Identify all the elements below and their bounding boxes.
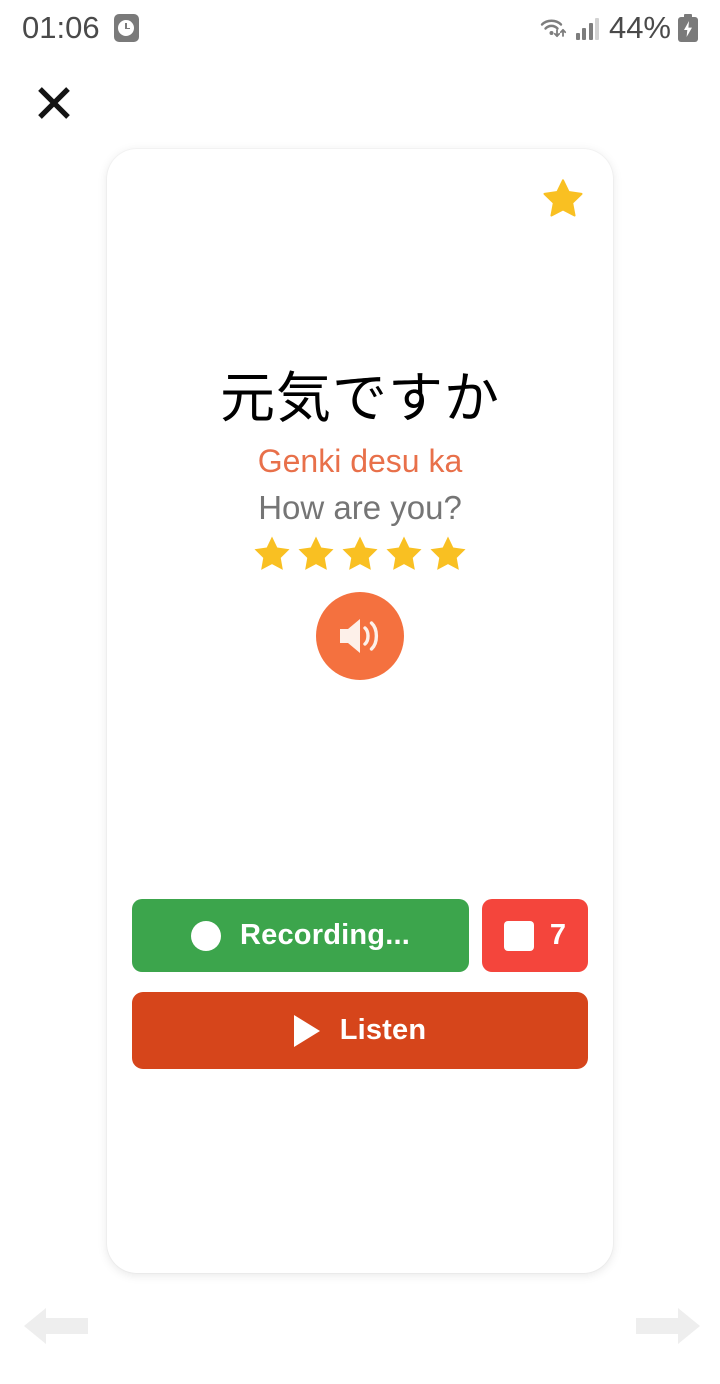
cellular-signal-icon [575, 16, 600, 40]
alarm-clock-icon [113, 14, 139, 42]
close-icon [38, 87, 70, 119]
play-triangle-icon [293, 1014, 320, 1047]
recording-controls: Recording... 7 [132, 899, 588, 972]
recording-countdown: 7 [549, 919, 567, 951]
flashcard: 元気ですか Genki desu ka How are you? Recordi… [107, 149, 613, 1273]
arrow-right-icon [636, 1308, 700, 1344]
status-time: 01:06 [22, 10, 100, 45]
star-icon[interactable] [339, 533, 381, 575]
play-audio-button[interactable] [316, 592, 404, 680]
status-bar-left: 01:06 [22, 10, 139, 46]
record-circle-icon [191, 920, 221, 951]
speaker-volume-icon [340, 619, 379, 653]
phrase-translation: How are you? [258, 489, 462, 526]
stop-recording-button[interactable]: 7 [482, 899, 588, 972]
rating-stars[interactable] [107, 533, 613, 575]
previous-card-button[interactable] [22, 1302, 90, 1350]
record-button[interactable]: Recording... [132, 899, 469, 972]
stop-square-icon [503, 920, 534, 951]
close-button[interactable] [28, 74, 80, 132]
battery-percent: 44% [608, 10, 671, 45]
listen-button[interactable]: Listen [132, 992, 588, 1069]
star-icon[interactable] [427, 533, 469, 575]
wifi-transfer-icon [539, 15, 569, 41]
battery-charging-icon [678, 14, 698, 42]
status-bar: 01:06 44% [0, 0, 720, 56]
listen-button-label: Listen [339, 1014, 427, 1046]
star-icon[interactable] [383, 533, 425, 575]
star-icon[interactable] [295, 533, 337, 575]
star-icon [543, 179, 583, 217]
arrow-left-icon [24, 1308, 88, 1344]
star-icon[interactable] [251, 533, 293, 575]
status-bar-right: 44% [539, 10, 698, 46]
phrase-japanese: 元気ですか [219, 367, 500, 429]
favorite-star-button[interactable] [541, 177, 585, 221]
next-card-button[interactable] [634, 1302, 702, 1350]
record-button-label: Recording... [240, 919, 410, 951]
app-screen: 01:06 44% 元気ですか Genki desu ka How are yo… [0, 0, 720, 1384]
phrase-romaji: Genki desu ka [257, 443, 463, 479]
